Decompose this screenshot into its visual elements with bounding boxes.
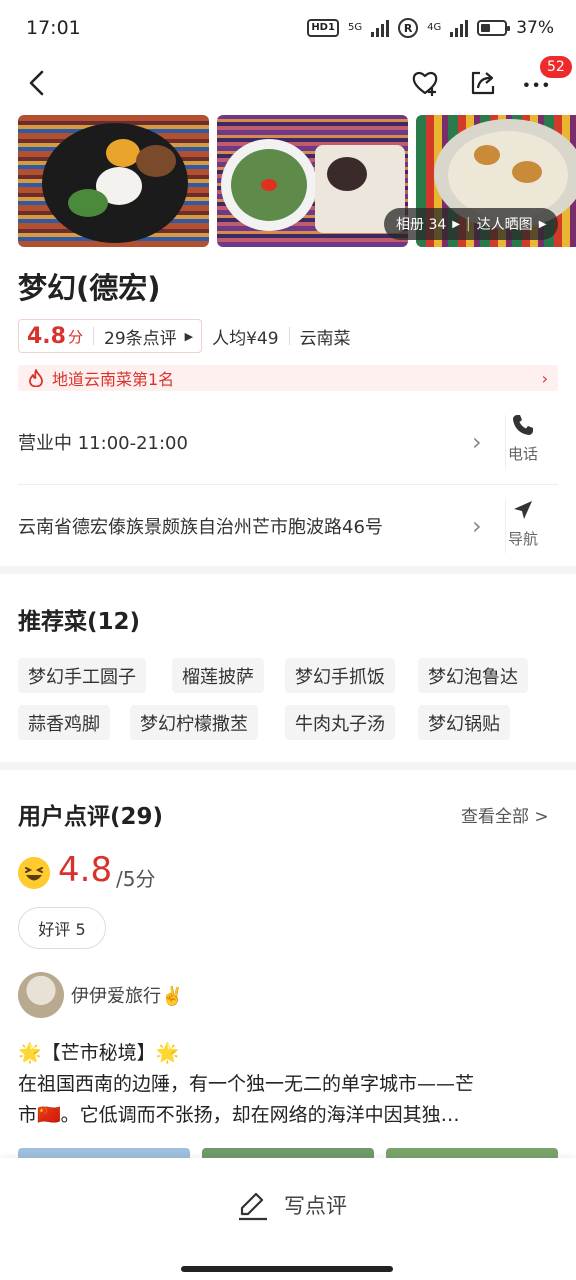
battery-icon <box>477 20 511 36</box>
dish-tag[interactable]: 梦幻手工圆子 <box>18 658 146 693</box>
status-time: 17:01 <box>26 17 81 39</box>
review-photo[interactable] <box>18 1148 190 1158</box>
signal-icon <box>371 19 390 37</box>
write-review-button[interactable]: 写点评 <box>236 1188 347 1222</box>
rating-score: 4.8 <box>27 323 66 349</box>
business-hours: 营业中 11:00-21:00 <box>18 433 188 454</box>
see-all-link[interactable]: 查看全部 > <box>461 802 549 827</box>
battery-percent: 37% <box>516 18 554 38</box>
home-indicator[interactable] <box>181 1266 393 1272</box>
phone-icon <box>513 415 533 435</box>
caret-right-icon: ▶ <box>452 218 460 230</box>
review-text-line[interactable]: 市🇨🇳。它低调而不张扬，却在网络的海洋中因其独… <box>18 1100 460 1127</box>
album-label: 相册 34 <box>396 217 447 233</box>
navigation-arrow-icon <box>514 501 532 519</box>
top-nav: 52 <box>0 56 576 110</box>
rating-unit: 分 <box>67 327 83 346</box>
status-icons: HD1 5G R 4G 37% <box>307 18 554 38</box>
favorite-add-icon[interactable] <box>410 68 440 98</box>
review-text-line[interactable]: 在祖国西南的边陲，有一个独一无二的单字城市——芒 <box>18 1069 474 1096</box>
registered-icon: R <box>398 18 419 38</box>
reviewer-name[interactable]: 伊伊爱旅行✌️ <box>71 982 183 1008</box>
network-4g-label: 4G <box>427 22 442 33</box>
divider <box>18 484 558 485</box>
rank-banner[interactable]: 地道云南菜第1名 › <box>18 365 558 391</box>
review-photos[interactable] <box>18 1148 558 1158</box>
dish-photo-1[interactable] <box>18 115 209 247</box>
dish-tag[interactable]: 梦幻锅贴 <box>418 705 510 740</box>
bottom-bar: 写点评 <box>0 1158 576 1280</box>
dish-tag[interactable]: 榴莲披萨 <box>172 658 264 693</box>
good-reviews-filter[interactable]: 好评 5 <box>18 907 106 949</box>
phone-button[interactable]: 电话 <box>500 413 546 464</box>
caret-right-icon: ▶ <box>184 329 194 343</box>
avatar[interactable] <box>18 972 64 1018</box>
chevron-right-icon: › <box>541 368 548 388</box>
status-bar: 17:01 HD1 5G R 4G 37% <box>0 0 576 56</box>
review-photo[interactable] <box>386 1148 558 1158</box>
recommended-title: 推荐菜(12) <box>18 609 141 635</box>
review-score-unit: /5分 <box>116 867 156 891</box>
dish-tag[interactable]: 梦幻泡鲁达 <box>418 658 528 693</box>
network-5g-label: 5G <box>347 22 363 33</box>
section-gap <box>0 566 576 574</box>
photo-strip[interactable]: 相册 34 ▶ | 达人晒图 ▶ <box>18 115 576 247</box>
hours-row[interactable]: 营业中 11:00-21:00 › <box>18 410 558 474</box>
review-photo[interactable] <box>202 1148 374 1158</box>
caret-right-icon: ▶ <box>538 218 547 230</box>
share-icon[interactable] <box>468 68 498 98</box>
dish-tag[interactable]: 牛肉丸子汤 <box>285 705 395 740</box>
dish-tag[interactable]: 梦幻柠檬撒苤 <box>130 705 258 740</box>
chevron-right-icon: › <box>472 428 482 456</box>
laughing-emoji-icon <box>18 857 50 889</box>
hd-icon: HD1 <box>307 19 339 37</box>
dish-tag[interactable]: 梦幻手抓饭 <box>285 658 395 693</box>
navigate-button[interactable]: 导航 <box>500 498 546 549</box>
review-score: 4.8 <box>58 850 113 890</box>
navigate-label: 导航 <box>507 530 538 548</box>
reviews-count: 29条点评 <box>104 328 177 349</box>
write-review-label: 写点评 <box>284 1194 347 1218</box>
divider <box>288 327 290 345</box>
talent-photos-label: 达人晒图 <box>476 217 533 233</box>
notification-badge: 52 <box>540 56 572 78</box>
rating-reviews-box[interactable]: 4.8 分 29条点评 ▶ <box>18 319 203 353</box>
shop-name: 梦幻(德宏) <box>18 271 161 305</box>
section-gap <box>0 762 576 770</box>
album-pill[interactable]: 相册 34 ▶ | 达人晒图 ▶ <box>384 208 559 240</box>
avg-price: 人均¥49 <box>212 328 279 349</box>
shop-address: 云南省德宏傣族景颇族自治州芒市胞波路46号 <box>18 517 383 538</box>
reviews-title: 用户点评(29) <box>18 804 164 830</box>
pencil-icon <box>239 1192 267 1221</box>
fire-icon <box>29 369 43 387</box>
rank-text: 地道云南菜第1名 <box>52 370 175 389</box>
dish-photo-2[interactable] <box>217 115 408 247</box>
divider <box>93 327 94 345</box>
cuisine-category: 云南菜 <box>299 328 351 349</box>
signal-icon-2 <box>450 19 469 37</box>
address-row[interactable]: 云南省德宏傣族景颇族自治州芒市胞波路46号 › <box>18 494 558 558</box>
chevron-right-icon: › <box>472 512 482 540</box>
phone-label: 电话 <box>507 445 538 463</box>
back-icon[interactable] <box>24 68 52 98</box>
dish-tag[interactable]: 蒜香鸡脚 <box>18 705 110 740</box>
shop-meta-row: 4.8 分 29条点评 ▶ 人均¥49 云南菜 <box>18 319 351 353</box>
album-divider: | <box>465 216 471 232</box>
review-text-line[interactable]: 🌟【芒市秘境】🌟 <box>18 1038 179 1065</box>
